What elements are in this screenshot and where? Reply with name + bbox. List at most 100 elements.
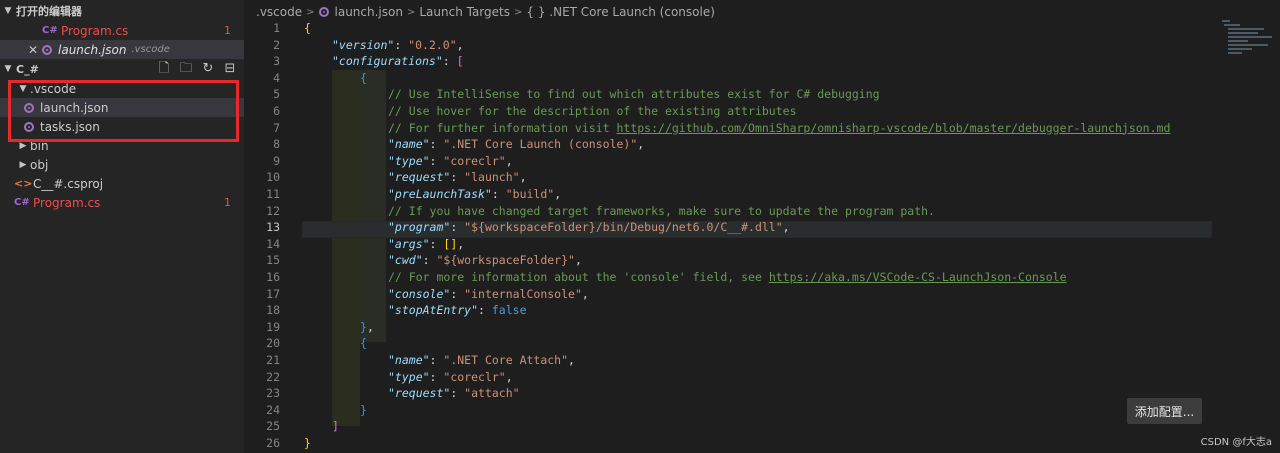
code-line[interactable]: // For more information about the 'conso… <box>388 270 1067 284</box>
code-line[interactable]: "request": "attach" <box>388 386 520 400</box>
chevron-down-icon: ▼ <box>4 64 12 74</box>
line-number: 17 <box>266 286 280 301</box>
open-editors-header[interactable]: ▼ 打开的编辑器 <box>0 2 82 20</box>
code-line[interactable]: }, <box>360 320 374 334</box>
code-token: , <box>366 319 374 334</box>
code-line[interactable]: ] <box>332 419 339 433</box>
code-token: [] <box>443 236 458 251</box>
error-count-badge: 1 <box>224 24 231 37</box>
code-line[interactable]: { <box>360 336 367 350</box>
breadcrumb-item[interactable]: { } .NET Core Launch (console) <box>526 5 715 19</box>
line-number: 20 <box>266 336 280 351</box>
line-number: 18 <box>266 303 280 318</box>
code-line[interactable]: "name": ".NET Core Attach", <box>388 353 575 367</box>
code-line[interactable]: } <box>360 403 367 417</box>
code-line[interactable]: } <box>304 436 311 450</box>
code-line[interactable]: "version": "0.2.0", <box>332 38 464 52</box>
highlight-annotation-box <box>8 80 239 142</box>
folder-header[interactable]: ▼ C_# <box>0 60 39 78</box>
close-icon[interactable]: ✕ <box>28 43 42 57</box>
code-line[interactable]: // For further information visit https:/… <box>388 121 1170 135</box>
code-token: ] <box>332 419 339 434</box>
code-line[interactable]: "stopAtEntry": false <box>388 303 527 317</box>
line-number: 21 <box>266 353 280 367</box>
code-token: false <box>491 303 527 318</box>
open-editor-launch-json[interactable]: ✕ launch.json .vscode <box>0 40 244 59</box>
json-key: "name" <box>388 353 430 367</box>
code-token: : <box>450 386 465 401</box>
breadcrumb-item[interactable]: .vscode <box>256 5 302 19</box>
code-token: , <box>581 286 589 301</box>
json-string: "launch" <box>464 170 520 185</box>
code-line[interactable]: "type": "coreclr", <box>388 154 513 168</box>
explorer-sidebar: ▼ 打开的编辑器 C# Program.cs 1 ✕ launch.json .… <box>0 0 244 453</box>
code-line[interactable]: "preLaunchTask": "build", <box>388 187 561 201</box>
open-editor-folder: .vscode <box>131 44 170 55</box>
tree-file-csproj[interactable]: <> C__#.csproj <box>0 174 244 193</box>
line-number: 25 <box>266 419 280 434</box>
code-comment: // For more information about the 'conso… <box>388 270 769 284</box>
line-number: 14 <box>266 236 280 251</box>
line-number: 9 <box>273 153 280 168</box>
line-number: 23 <box>266 386 280 401</box>
code-line[interactable]: "type": "coreclr", <box>388 370 513 384</box>
code-comment: https://github.com/OmniSharp/omnisharp-v… <box>616 120 1171 135</box>
code-token: , <box>505 369 513 384</box>
json-string: "attach" <box>464 386 520 401</box>
json-string: "build" <box>505 187 555 201</box>
code-comment: https://aka.ms/VSCode-CS-LaunchJson-Cons… <box>768 270 1067 284</box>
tree-label: Program.cs <box>33 195 101 210</box>
json-key: "args" <box>388 236 430 251</box>
tree-file-program-cs[interactable]: C# Program.cs 1 <box>0 193 244 212</box>
code-line[interactable]: // Use IntelliSense to find out which at… <box>388 87 880 101</box>
code-line[interactable]: { <box>360 71 367 85</box>
code-token: { <box>360 70 367 85</box>
line-number: 3 <box>273 54 280 69</box>
json-key: "stopAtEntry" <box>388 303 479 318</box>
code-line[interactable]: "configurations": [ <box>332 54 464 68</box>
json-key: "preLaunchTask" <box>388 187 492 201</box>
code-comment: // Use hover for the description of the … <box>388 104 797 118</box>
open-editor-label: Program.cs <box>61 23 129 38</box>
code-line[interactable]: "console": "internalConsole", <box>388 287 589 301</box>
code-line[interactable]: "program": "${workspaceFolder}/bin/Debug… <box>388 220 790 234</box>
add-configuration-button[interactable]: 添加配置... <box>1127 398 1202 424</box>
breadcrumb-item[interactable]: Launch Targets <box>419 5 510 19</box>
code-line[interactable]: { <box>304 21 311 35</box>
code-comment: // Use IntelliSense to find out which at… <box>388 87 880 102</box>
open-editor-program-cs[interactable]: C# Program.cs 1 <box>0 21 244 40</box>
code-line[interactable]: "cwd": "${workspaceFolder}", <box>388 253 582 267</box>
json-string: "${workspaceFolder}/bin/Debug/net6.0/C__… <box>464 220 783 235</box>
new-file-icon[interactable]: 🗋 <box>156 62 172 76</box>
code-token: , <box>568 353 575 367</box>
watermark: CSDN @f大志a <box>1200 437 1272 448</box>
json-key: "type" <box>388 369 430 384</box>
code-line[interactable]: "name": ".NET Core Launch (console)", <box>388 137 644 151</box>
json-key: "program" <box>388 220 451 235</box>
minimap[interactable] <box>1220 18 1272 58</box>
line-number: 16 <box>266 270 280 284</box>
line-number: 4 <box>273 70 280 85</box>
breadcrumb-item[interactable]: launch.json <box>335 5 403 19</box>
code-token: : <box>450 170 465 185</box>
json-key: "console" <box>388 286 451 301</box>
json-string: "0.2.0" <box>408 37 457 52</box>
code-editor[interactable]: .vscode > launch.json > Launch Targets >… <box>244 0 1280 453</box>
refresh-icon[interactable]: ↻ <box>200 62 216 76</box>
code-line[interactable]: "request": "launch", <box>388 170 527 184</box>
code-token: : <box>429 369 444 384</box>
tree-folder-obj[interactable]: ▶ obj <box>0 155 244 174</box>
line-number: 11 <box>266 187 280 201</box>
code-comment: // If you have changed target frameworks… <box>388 203 935 218</box>
line-number: 7 <box>273 120 280 135</box>
line-number: 24 <box>266 402 280 417</box>
code-line[interactable]: // Use hover for the description of the … <box>388 104 797 118</box>
code-token: , <box>782 220 790 235</box>
collapse-all-icon[interactable]: ⊟ <box>222 62 238 76</box>
new-folder-icon[interactable]: 🗀 <box>178 62 194 76</box>
json-string: "internalConsole" <box>464 286 582 301</box>
tree-label: obj <box>30 157 49 172</box>
code-line[interactable]: "args": [], <box>388 237 464 251</box>
code-line[interactable]: // If you have changed target frameworks… <box>388 204 935 218</box>
code-token: , <box>457 236 465 251</box>
